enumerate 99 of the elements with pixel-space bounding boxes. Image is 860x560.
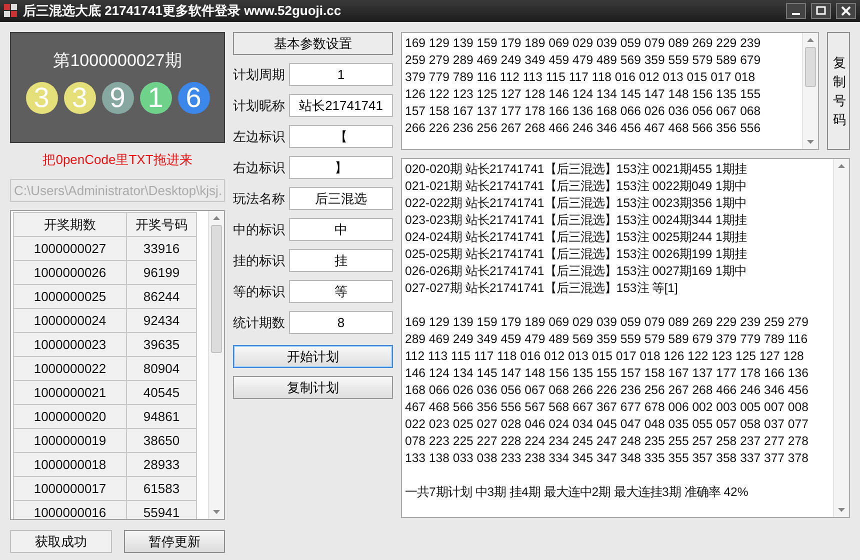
- window-title: 后三混选大底 21741741更多软件登录 www.52guoji.cc: [23, 2, 342, 20]
- text-line: 022 023 025 027 028 046 024 034 045 047 048 035 055 057 058 037 077: [405, 416, 810, 433]
- text-line: 027-027期 站长21741741【后三混选】153注 等[1]: [405, 280, 679, 297]
- text-line: 157 158 167 137 177 178 166 136 168 066 026 036 056 067 068: [405, 103, 762, 120]
- table-cell: 1000000025: [13, 284, 127, 309]
- setting-field[interactable]: 中: [289, 218, 393, 241]
- plan-button[interactable]: 开始计划: [233, 345, 393, 368]
- setting-label: 统计期数: [233, 314, 285, 332]
- table-cell: 94861: [126, 404, 197, 429]
- column-header[interactable]: 开奖期数: [13, 212, 127, 237]
- text-line: 023-023期 站长21741741【后三混选】153注 0024期344 1期挂: [405, 212, 748, 229]
- result-text-area[interactable]: [401, 158, 850, 518]
- copy-numbers-button[interactable]: 复制号码: [827, 32, 850, 150]
- number-ball: 6: [178, 82, 210, 114]
- setting-field[interactable]: 站长21741741: [289, 94, 393, 117]
- table-cell: 1000000027: [13, 236, 127, 261]
- table-cell: 1000000020: [13, 404, 127, 429]
- table-cell: 1000000016: [13, 500, 127, 519]
- scroll-down-arrow-icon[interactable]: [806, 139, 815, 145]
- table-cell: 1000000022: [13, 356, 127, 381]
- setting-label: 计划昵称: [233, 96, 285, 114]
- table-cell: 1000000021: [13, 380, 127, 405]
- text-line: 169 129 139 159 179 189 069 029 039 059 079 089 269 229 239: [405, 35, 762, 52]
- table-cell: 1000000026: [13, 260, 127, 285]
- setting-label: 计划周期: [233, 66, 285, 84]
- text-line: 026-026期 站长21741741【后三混选】153注 0027期169 1期中: [405, 263, 748, 280]
- table-cell: 1000000018: [13, 452, 127, 477]
- table-cell: 38650: [126, 428, 197, 453]
- text-line: 021-021期 站长21741741【后三混选】153注 0022期049 1期中: [405, 178, 748, 195]
- table-cell: 1000000017: [13, 476, 127, 501]
- text-line: 025-025期 站长21741741【后三混选】153注 0026期199 1期挂: [405, 246, 748, 263]
- scrollbar[interactable]: [833, 159, 849, 517]
- scroll-down-arrow-icon[interactable]: [837, 507, 846, 513]
- text-line: 289 469 249 349 459 479 489 569 359 559 579 589 679 379 779 789 116: [405, 331, 809, 348]
- status-button[interactable]: 获取成功: [10, 530, 112, 553]
- table-cell: 80904: [126, 356, 197, 381]
- app-icon: [4, 4, 18, 18]
- scrollbar-thumb[interactable]: [805, 47, 816, 87]
- table-cell: 28933: [126, 452, 197, 477]
- scroll-up-arrow-icon[interactable]: [837, 163, 846, 169]
- text-line: 112 113 115 117 118 016 012 013 015 017 018 126 122 123 125 127 128: [405, 348, 805, 365]
- scrollbar[interactable]: [208, 211, 224, 519]
- draw-period: 第1000000027期: [53, 50, 182, 72]
- text-line: 169 129 139 159 179 189 069 029 039 059 079 089 269 229 239 259 279: [405, 314, 810, 331]
- table-cell: 1000000019: [13, 428, 127, 453]
- hint-text: 把0penCode里TXT拖进来: [42, 151, 194, 169]
- text-line: 467 468 566 356 556 567 568 667 367 677 678 006 002 003 005 007 008: [405, 399, 810, 416]
- setting-field[interactable]: 【: [289, 125, 393, 148]
- summary-text: 一共7期计划 中3期 挂4期 最大连中2期 最大连挂3期 准确率 42%: [405, 484, 750, 501]
- numbers-text-area[interactable]: [401, 32, 819, 150]
- setting-label: 中的标识: [233, 220, 285, 238]
- number-ball: 1: [140, 82, 172, 114]
- pause-update-button[interactable]: 暂停更新: [124, 530, 225, 553]
- number-ball: 9: [102, 82, 134, 114]
- column-header[interactable]: 开奖号码: [126, 212, 197, 237]
- table-cell: 61583: [126, 476, 197, 501]
- settings-button[interactable]: 基本参数设置: [233, 32, 393, 55]
- table-cell: 92434: [126, 308, 197, 333]
- scroll-down-arrow-icon[interactable]: [212, 509, 221, 515]
- text-line: 266 226 236 256 267 268 466 246 346 456 467 468 566 356 556: [405, 120, 762, 137]
- text-line: 379 779 789 116 112 113 115 117 118 016 012 013 015 017 018: [405, 69, 756, 86]
- text-line: 133 138 033 038 233 238 334 345 347 348 335 355 357 358 337 377 378: [405, 450, 810, 467]
- table-cell: 96199: [126, 260, 197, 285]
- setting-field[interactable]: 后三混选: [289, 187, 393, 210]
- scrollbar[interactable]: [802, 33, 818, 149]
- table-cell: 1000000023: [13, 332, 127, 357]
- minimize-icon[interactable]: [786, 3, 806, 19]
- setting-field[interactable]: 1: [289, 63, 393, 86]
- setting-field[interactable]: 等: [289, 280, 393, 303]
- plan-button[interactable]: 复制计划: [233, 376, 393, 399]
- text-line: 024-024期 站长21741741【后三混选】153注 0025期244 1期挂: [405, 229, 748, 246]
- close-icon[interactable]: [836, 3, 856, 19]
- table-cell: 1000000024: [13, 308, 127, 333]
- table-cell: 55941: [126, 500, 197, 519]
- setting-field[interactable]: 】: [289, 156, 393, 179]
- table-cell: 33916: [126, 236, 197, 261]
- setting-label: 挂的标识: [233, 252, 285, 270]
- text-line: 168 066 026 036 056 067 068 266 226 236 256 267 268 466 246 346 456: [405, 382, 810, 399]
- table-cell: 40545: [126, 380, 197, 405]
- text-line: 078 223 225 227 228 224 234 245 247 248 235 255 257 258 237 277 278: [405, 433, 810, 450]
- text-line: 259 279 289 469 249 349 459 479 489 569 359 559 579 589 679: [405, 52, 762, 69]
- text-line: 020-020期 站长21741741【后三混选】153注 0021期455 1期挂: [405, 161, 748, 178]
- text-line: 022-022期 站长21741741【后三混选】153注 0023期356 1期中: [405, 195, 748, 212]
- table-cell: 86244: [126, 284, 197, 309]
- setting-label: 玩法名称: [233, 190, 285, 208]
- text-line: 126 122 123 125 127 128 146 124 134 145 147 148 156 135 155: [405, 86, 762, 103]
- setting-label: 右边标识: [233, 158, 285, 176]
- number-ball: 3: [64, 82, 96, 114]
- maximize-icon[interactable]: [811, 3, 831, 19]
- number-ball: 3: [26, 82, 58, 114]
- setting-label: 左边标识: [233, 128, 285, 146]
- scroll-up-arrow-icon[interactable]: [212, 215, 221, 221]
- setting-field[interactable]: 挂: [289, 249, 393, 272]
- text-line: 146 124 134 145 147 148 156 135 155 157 158 167 137 177 178 166 136: [405, 365, 810, 382]
- scroll-up-arrow-icon[interactable]: [806, 37, 815, 43]
- table-cell: 39635: [126, 332, 197, 357]
- scrollbar-thumb[interactable]: [211, 225, 222, 353]
- setting-field[interactable]: 8: [289, 311, 393, 334]
- setting-label: 等的标识: [233, 282, 285, 300]
